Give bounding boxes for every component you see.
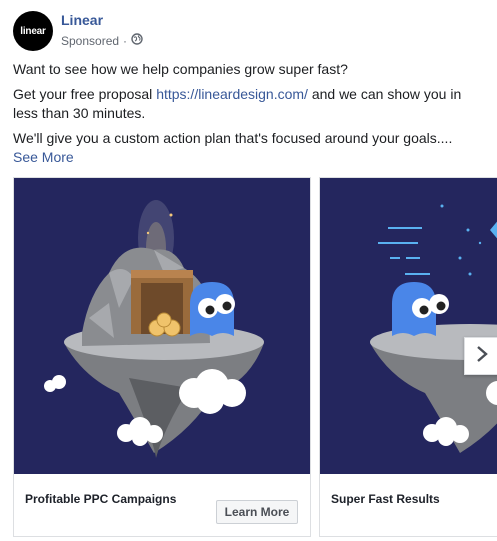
sponsored-label[interactable]: Sponsored	[61, 34, 119, 48]
carousel-next-button[interactable]	[464, 337, 497, 375]
body-line-1: Want to see how we help companies grow s…	[13, 61, 348, 77]
meta-separator: ·	[123, 33, 128, 48]
page-name[interactable]: Linear	[61, 12, 103, 28]
body-line-3: We'll give you a custom action plan that…	[13, 129, 483, 167]
chevron-right-icon	[475, 345, 489, 368]
card-1-illustration[interactable]	[14, 178, 310, 474]
sponsored-post: linear Linear Sponsored · Want to see ho…	[0, 0, 497, 541]
card-2-title[interactable]: Super Fast Results	[331, 492, 440, 506]
carousel: Profitable PPC Campaigns Learn More Supe…	[13, 177, 497, 541]
post-meta: Sponsored ·	[61, 33, 143, 48]
website-link[interactable]: https://lineardesign.com/	[156, 86, 308, 102]
body-line-2-pre: Get your free proposal	[13, 86, 157, 102]
carousel-card-1[interactable]: Profitable PPC Campaigns Learn More	[13, 177, 311, 537]
globe-icon[interactable]	[131, 33, 143, 48]
card-2-illustration[interactable]	[320, 178, 497, 474]
body-line-3-text: We'll give you a custom action plan that…	[13, 130, 453, 146]
see-more-link[interactable]: See More	[13, 149, 74, 165]
body-line-2: Get your free proposal https://lineardes…	[13, 85, 483, 123]
avatar[interactable]: linear	[13, 11, 53, 51]
card-1-title[interactable]: Profitable PPC Campaigns	[25, 492, 176, 506]
learn-more-button[interactable]: Learn More	[216, 500, 298, 524]
avatar-logo-text: linear	[20, 25, 46, 37]
post-body: Want to see how we help companies grow s…	[13, 60, 483, 167]
